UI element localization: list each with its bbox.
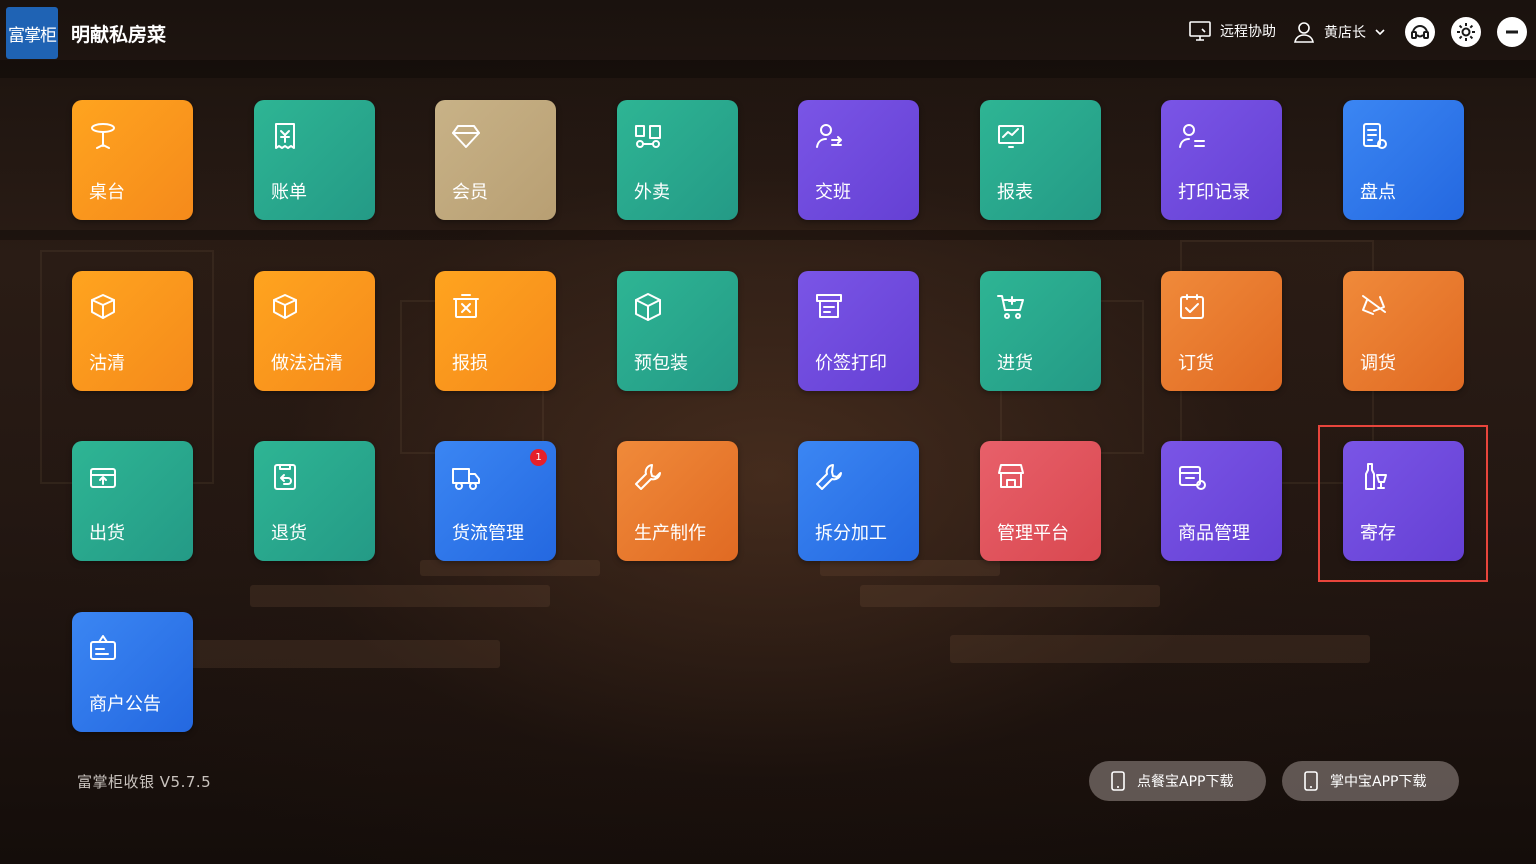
tile-label: 拆分加工 (815, 523, 887, 544)
box-icon (269, 291, 301, 323)
tile-18[interactable]: 退货 (254, 441, 375, 561)
monitor-icon (1189, 21, 1211, 41)
user-name: 黄店长 (1324, 25, 1366, 41)
selection-highlight (1318, 425, 1488, 582)
tile-label: 盘点 (1360, 182, 1396, 203)
report-icon (995, 120, 1027, 152)
tile-label: 管理平台 (997, 523, 1069, 544)
ship-out-icon (87, 461, 119, 493)
tile-19[interactable]: 货流管理 1 (435, 441, 556, 561)
tile-label: 商户公告 (89, 694, 161, 715)
download-manager-app-label: 掌中宝APP下载 (1330, 774, 1427, 790)
tile-label: 货流管理 (452, 523, 524, 544)
download-order-app-label: 点餐宝APP下载 (1137, 774, 1234, 790)
transfer-icon (1358, 291, 1390, 323)
bill-icon (269, 120, 301, 152)
tile-14[interactable]: 进货 (980, 271, 1101, 391)
tile-label: 预包装 (634, 353, 688, 374)
app-logo: 富掌柜 (6, 7, 58, 59)
price-tag-icon (813, 291, 845, 323)
tile-13[interactable]: 价签打印 (798, 271, 919, 391)
tile-4[interactable]: 外卖 (617, 100, 738, 220)
customer-service-button[interactable] (1405, 17, 1435, 47)
box-icon (87, 291, 119, 323)
tile-21[interactable]: 拆分加工 (798, 441, 919, 561)
tile-6[interactable]: 报表 (980, 100, 1101, 220)
tile-label: 价签打印 (815, 353, 887, 374)
tile-label: 做法沽清 (271, 353, 343, 374)
tablet-icon (1111, 771, 1125, 791)
gear-icon (1457, 23, 1475, 41)
tile-23[interactable]: 商品管理 (1161, 441, 1282, 561)
tile-label: 沽清 (89, 353, 125, 374)
tile-label: 账单 (271, 182, 307, 203)
tile-label: 报损 (452, 353, 488, 374)
version-label: 富掌柜收银 V5.7.5 (77, 773, 212, 791)
print-record-icon (1176, 120, 1208, 152)
tile-label: 商品管理 (1178, 523, 1250, 544)
tile-2[interactable]: 账单 (254, 100, 375, 220)
shift-icon (813, 120, 845, 152)
truck-icon (450, 461, 482, 493)
tile-label: 退货 (271, 523, 307, 544)
notification-badge: 1 (530, 449, 547, 466)
settings-button[interactable] (1451, 17, 1481, 47)
tile-label: 外卖 (634, 182, 670, 203)
minus-icon (1506, 30, 1518, 34)
tile-16[interactable]: 调货 (1343, 271, 1464, 391)
order-check-icon (1176, 291, 1208, 323)
remote-assist-button[interactable]: 远程协助 (1188, 20, 1276, 42)
user-icon (1294, 22, 1314, 43)
package-icon (632, 291, 664, 323)
tile-3[interactable]: 会员 (435, 100, 556, 220)
tile-label: 交班 (815, 182, 851, 203)
headset-icon (1411, 25, 1429, 39)
tile-label: 调货 (1360, 353, 1396, 374)
tile-22[interactable]: 管理平台 (980, 441, 1101, 561)
tile-label: 打印记录 (1178, 182, 1250, 203)
wrench-icon (632, 461, 664, 493)
store-icon (995, 461, 1027, 493)
tile-label: 生产制作 (634, 523, 706, 544)
wrench-icon (813, 461, 845, 493)
tile-10[interactable]: 做法沽清 (254, 271, 375, 391)
download-manager-app-button[interactable]: 掌中宝APP下载 (1282, 761, 1459, 801)
tile-8[interactable]: 盘点 (1343, 100, 1464, 220)
table-icon (87, 120, 119, 152)
user-menu[interactable]: 黄店长 (1292, 20, 1386, 44)
tile-7[interactable]: 打印记录 (1161, 100, 1282, 220)
diamond-icon (450, 120, 482, 152)
phone-icon (1304, 771, 1318, 791)
tile-label: 报表 (997, 182, 1033, 203)
restaurant-background (0, 0, 1536, 864)
chevron-down-icon (1375, 29, 1385, 36)
logo-text: 富掌柜 (8, 25, 57, 46)
delivery-icon (632, 120, 664, 152)
download-order-app-button[interactable]: 点餐宝APP下载 (1089, 761, 1266, 801)
tile-label: 进货 (997, 353, 1033, 374)
minimize-button[interactable] (1497, 17, 1527, 47)
tile-1[interactable]: 桌台 (72, 100, 193, 220)
shop-name: 明献私房菜 (71, 24, 167, 46)
tile-label: 出货 (89, 523, 125, 544)
tile-20[interactable]: 生产制作 (617, 441, 738, 561)
tile-11[interactable]: 报损 (435, 271, 556, 391)
tile-12[interactable]: 预包装 (617, 271, 738, 391)
tile-label: 会员 (452, 182, 488, 203)
tile-15[interactable]: 订货 (1161, 271, 1282, 391)
tile-25[interactable]: 商户公告 (72, 612, 193, 732)
remote-assist-label: 远程协助 (1220, 24, 1276, 40)
goods-icon (1176, 461, 1208, 493)
tile-5[interactable]: 交班 (798, 100, 919, 220)
cart-icon (995, 291, 1027, 323)
inventory-icon (1358, 120, 1390, 152)
notice-icon (87, 632, 119, 664)
tile-label: 桌台 (89, 182, 125, 203)
return-icon (269, 461, 301, 493)
damage-icon (450, 291, 482, 323)
tile-17[interactable]: 出货 (72, 441, 193, 561)
tile-9[interactable]: 沽清 (72, 271, 193, 391)
tile-label: 订货 (1178, 353, 1214, 374)
